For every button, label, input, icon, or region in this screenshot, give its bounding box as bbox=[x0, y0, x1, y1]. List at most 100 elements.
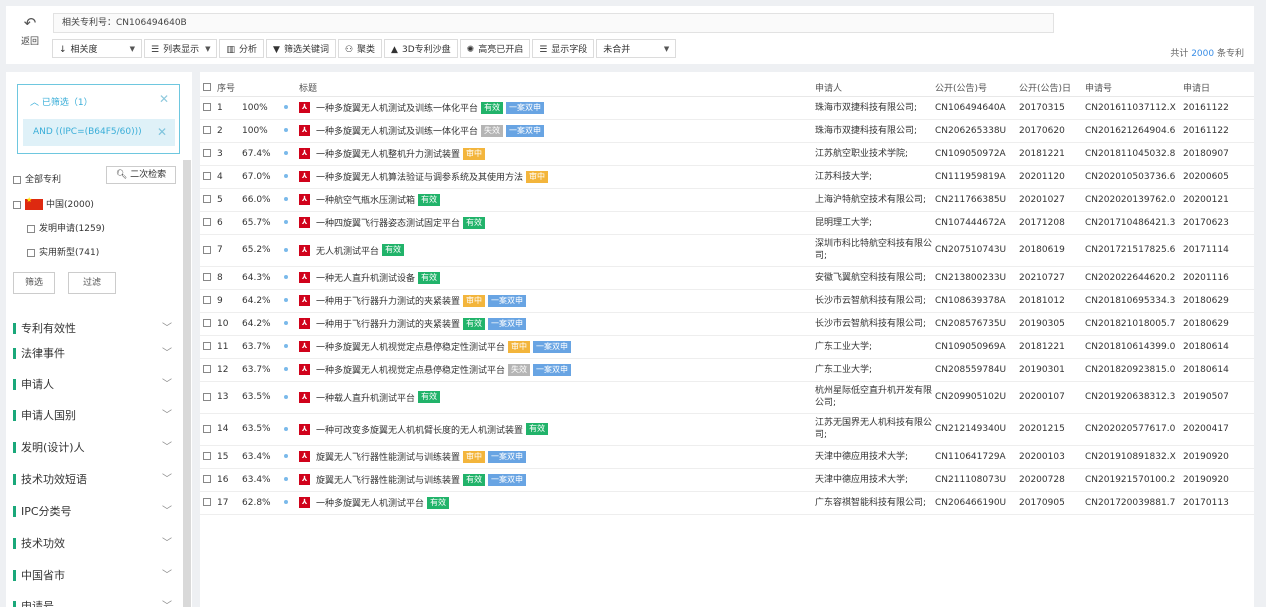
pdf-icon[interactable]: ⅄ bbox=[299, 295, 310, 306]
patent-title-link[interactable]: 一种载人直升机测试平台 bbox=[316, 394, 415, 404]
patent-title-link[interactable]: 一种多旋翼无人机视觉定点悬停稳定性测试平台 bbox=[316, 366, 505, 376]
facet-section[interactable]: 申请人国别 ﹀ bbox=[13, 407, 176, 425]
pdf-icon[interactable]: ⅄ bbox=[299, 451, 310, 462]
row-checkbox[interactable] bbox=[203, 296, 211, 304]
invention-checkbox[interactable]: 发明申请(1259) bbox=[27, 221, 105, 234]
col-no[interactable]: 序号 bbox=[217, 72, 264, 97]
toolbar-view-button[interactable]: ☰ 列表显示 ▼ bbox=[144, 39, 218, 58]
table-row[interactable]: 9 64.2% ⅄ 一种用于飞行器升力测试的夹紧装置 审中 一案双申 长沙市云智航科技有限公… bbox=[200, 289, 1254, 313]
clear-filters-close-icon[interactable]: ✕ bbox=[159, 92, 169, 106]
toolbar-sandbox-button[interactable]: ▲ 3D专利沙盘 bbox=[384, 39, 458, 58]
row-checkbox[interactable] bbox=[203, 392, 211, 401]
pdf-icon[interactable]: ⅄ bbox=[299, 474, 310, 485]
row-checkbox[interactable] bbox=[203, 195, 211, 203]
china-checkbox[interactable]: 中国(2000) bbox=[13, 196, 94, 210]
table-row[interactable]: 5 66.0% ⅄ 一种航空气瓶水压测试箱 有效 上海沪特航空技术有限公司; CN21176… bbox=[200, 188, 1254, 212]
pdf-icon[interactable]: ⅄ bbox=[299, 244, 310, 256]
facet-section[interactable]: 技术功效短语 ﹀ bbox=[13, 471, 176, 489]
table-row[interactable]: 15 63.4% ⅄ 旋翼无人飞行器性能测试与训练装置 审中 一案双申 天津中德应用技术大学… bbox=[200, 445, 1254, 469]
patent-title-link[interactable]: 一种多旋翼无人机算法验证与调参系统及其使用方法 bbox=[316, 173, 523, 183]
col-pubdate[interactable]: 公开(公告)日 bbox=[1019, 72, 1085, 97]
row-checkbox[interactable] bbox=[203, 424, 211, 433]
facet-section[interactable]: 发明(设计)人 ﹀ bbox=[13, 439, 176, 457]
row-checkbox[interactable] bbox=[203, 126, 211, 134]
col-pubno[interactable]: 公开(公告)号 bbox=[935, 72, 1019, 97]
col-applicant[interactable]: 申请人 bbox=[815, 72, 935, 97]
row-checkbox[interactable] bbox=[203, 103, 211, 111]
pdf-icon[interactable]: ⅄ bbox=[299, 364, 310, 375]
patent-title-link[interactable]: 一种多旋翼无人机测试及训练一体化平台 bbox=[316, 104, 478, 114]
table-row[interactable]: 13 63.5% ⅄ 一种载人直升机测试平台 有效 杭州星际低空直升机开发有限公司; CN2… bbox=[200, 381, 1254, 414]
toolbar-analysis-button[interactable]: ▥ 分析 bbox=[219, 39, 265, 58]
table-row[interactable]: 10 64.2% ⅄ 一种用于飞行器升力测试的夹紧装置 有效 一案双申 长沙市云智航科技有限… bbox=[200, 312, 1254, 336]
col-title[interactable]: 标题 bbox=[299, 72, 815, 97]
sidebar-scrollbar[interactable] bbox=[183, 160, 191, 607]
facet-section[interactable]: 中国省市 ﹀ bbox=[13, 567, 176, 585]
facet-section[interactable]: 专利有效性 ﹀ bbox=[13, 320, 176, 338]
toolbar-highlight-button[interactable]: ✺ 高亮已开启 bbox=[459, 39, 531, 58]
table-row[interactable]: 14 63.5% ⅄ 一种可改变多旋翼无人机机臂长度的无人机测试装置 有效 江苏无国界无人… bbox=[200, 413, 1254, 446]
row-checkbox[interactable] bbox=[203, 218, 211, 226]
all-patents-checkbox[interactable]: 全部专利 bbox=[13, 172, 61, 185]
facet-section[interactable]: 法律事件 ﹀ bbox=[13, 345, 176, 363]
row-checkbox[interactable] bbox=[203, 452, 211, 460]
utility-model-checkbox[interactable]: 实用新型(741) bbox=[27, 245, 99, 258]
row-checkbox[interactable] bbox=[203, 342, 211, 350]
toolbar-sort-button[interactable]: ↓ 相关度 ▼ bbox=[52, 39, 142, 58]
toolbar-merge-button[interactable]: 未合并 ▼ bbox=[596, 39, 677, 58]
toolbar-fields-button[interactable]: ☰ 显示字段 bbox=[532, 39, 595, 58]
pdf-icon[interactable]: ⅄ bbox=[299, 217, 310, 228]
pdf-icon[interactable]: ⅄ bbox=[299, 148, 310, 159]
row-checkbox[interactable] bbox=[203, 365, 211, 373]
facet-section[interactable]: 技术功效 ﹀ bbox=[13, 535, 176, 553]
toolbar-keywords-button[interactable]: ▼ 筛选关键词 bbox=[266, 39, 336, 58]
back-button[interactable]: ↶ 返回 bbox=[12, 14, 48, 54]
patent-title-link[interactable]: 一种多旋翼无人机视觉定点悬停稳定性测试平台 bbox=[316, 343, 505, 353]
row-checkbox[interactable] bbox=[203, 273, 211, 281]
filter-button[interactable]: 过滤 bbox=[68, 272, 116, 294]
table-row[interactable]: 16 63.4% ⅄ 旋翼无人飞行器性能测试与训练装置 有效 一案双申 天津中德应用技术大学… bbox=[200, 468, 1254, 492]
patent-title-link[interactable]: 旋翼无人飞行器性能测试与训练装置 bbox=[316, 453, 460, 463]
pdf-icon[interactable]: ⅄ bbox=[299, 125, 310, 136]
table-row[interactable]: 3 67.4% ⅄ 一种多旋翼无人机整机升力测试装置 审中 江苏航空职业技术学院; CN10… bbox=[200, 142, 1254, 166]
table-row[interactable]: 6 65.7% ⅄ 一种四旋翼飞行器姿态测试固定平台 有效 昆明理工大学; CN107444… bbox=[200, 211, 1254, 235]
table-row[interactable]: 8 64.3% ⅄ 一种无人直升机测试设备 有效 安徽飞翼航空科技有限公司; CN21380… bbox=[200, 266, 1254, 290]
patent-title-link[interactable]: 一种四旋翼飞行器姿态测试固定平台 bbox=[316, 219, 460, 229]
facet-section[interactable]: 申请号 ﹀ bbox=[13, 598, 176, 607]
row-checkbox[interactable] bbox=[203, 245, 211, 254]
patent-title-link[interactable]: 无人机测试平台 bbox=[316, 247, 379, 257]
pdf-icon[interactable]: ⅄ bbox=[299, 102, 310, 113]
pdf-icon[interactable]: ⅄ bbox=[299, 341, 310, 352]
table-row[interactable]: 4 67.0% ⅄ 一种多旋翼无人机算法验证与调参系统及其使用方法 审中 江苏科技大学; C… bbox=[200, 165, 1254, 189]
patent-title-link[interactable]: 一种多旋翼无人机整机升力测试装置 bbox=[316, 150, 460, 160]
table-row[interactable]: 11 63.7% ⅄ 一种多旋翼无人机视觉定点悬停稳定性测试平台 审中 一案双申 广东工业大… bbox=[200, 335, 1254, 359]
patent-title-link[interactable]: 一种用于飞行器升力测试的夹紧装置 bbox=[316, 320, 460, 330]
active-filters-header[interactable]: ︿ 已筛选（1） bbox=[30, 95, 93, 108]
patent-title-link[interactable]: 旋翼无人飞行器性能测试与训练装置 bbox=[316, 476, 460, 486]
patent-title-link[interactable]: 一种多旋翼无人机测试平台 bbox=[316, 499, 424, 509]
row-checkbox[interactable] bbox=[203, 149, 211, 157]
pdf-icon[interactable]: ⅄ bbox=[299, 318, 310, 329]
toolbar-cluster-button[interactable]: ⚇ 聚类 bbox=[337, 39, 383, 58]
remove-filter-close-icon[interactable]: ✕ bbox=[157, 119, 167, 146]
col-appdate[interactable]: 申请日 bbox=[1183, 72, 1254, 97]
pdf-icon[interactable]: ⅄ bbox=[299, 497, 310, 508]
screen-button[interactable]: 筛选 bbox=[13, 272, 55, 294]
secondary-search-button[interactable]: 🔍︎ 二次检索 bbox=[106, 166, 176, 184]
table-row[interactable]: 12 63.7% ⅄ 一种多旋翼无人机视觉定点悬停稳定性测试平台 失效 一案双申 广东工业大… bbox=[200, 358, 1254, 382]
pdf-icon[interactable]: ⅄ bbox=[299, 272, 310, 283]
facet-section[interactable]: 申请人 ﹀ bbox=[13, 376, 176, 394]
patent-title-link[interactable]: 一种可改变多旋翼无人机机臂长度的无人机测试装置 bbox=[316, 426, 523, 436]
patent-title-link[interactable]: 一种无人直升机测试设备 bbox=[316, 274, 415, 284]
row-checkbox[interactable] bbox=[203, 498, 211, 506]
table-row[interactable]: 17 62.8% ⅄ 一种多旋翼无人机测试平台 有效 广东容祺智能科技有限公司; CN206… bbox=[200, 491, 1254, 515]
facet-section[interactable]: IPC分类号 ﹀ bbox=[13, 503, 176, 521]
pdf-icon[interactable]: ⅄ bbox=[299, 194, 310, 205]
pdf-icon[interactable]: ⅄ bbox=[299, 423, 310, 435]
related-patent-field[interactable]: 相关专利号：CN106494640B bbox=[53, 13, 1054, 33]
pdf-icon[interactable]: ⅄ bbox=[299, 391, 310, 403]
row-checkbox[interactable] bbox=[203, 172, 211, 180]
pdf-icon[interactable]: ⅄ bbox=[299, 171, 310, 182]
patent-title-link[interactable]: 一种多旋翼无人机测试及训练一体化平台 bbox=[316, 127, 478, 137]
col-appno[interactable]: 申请号 bbox=[1085, 72, 1183, 97]
